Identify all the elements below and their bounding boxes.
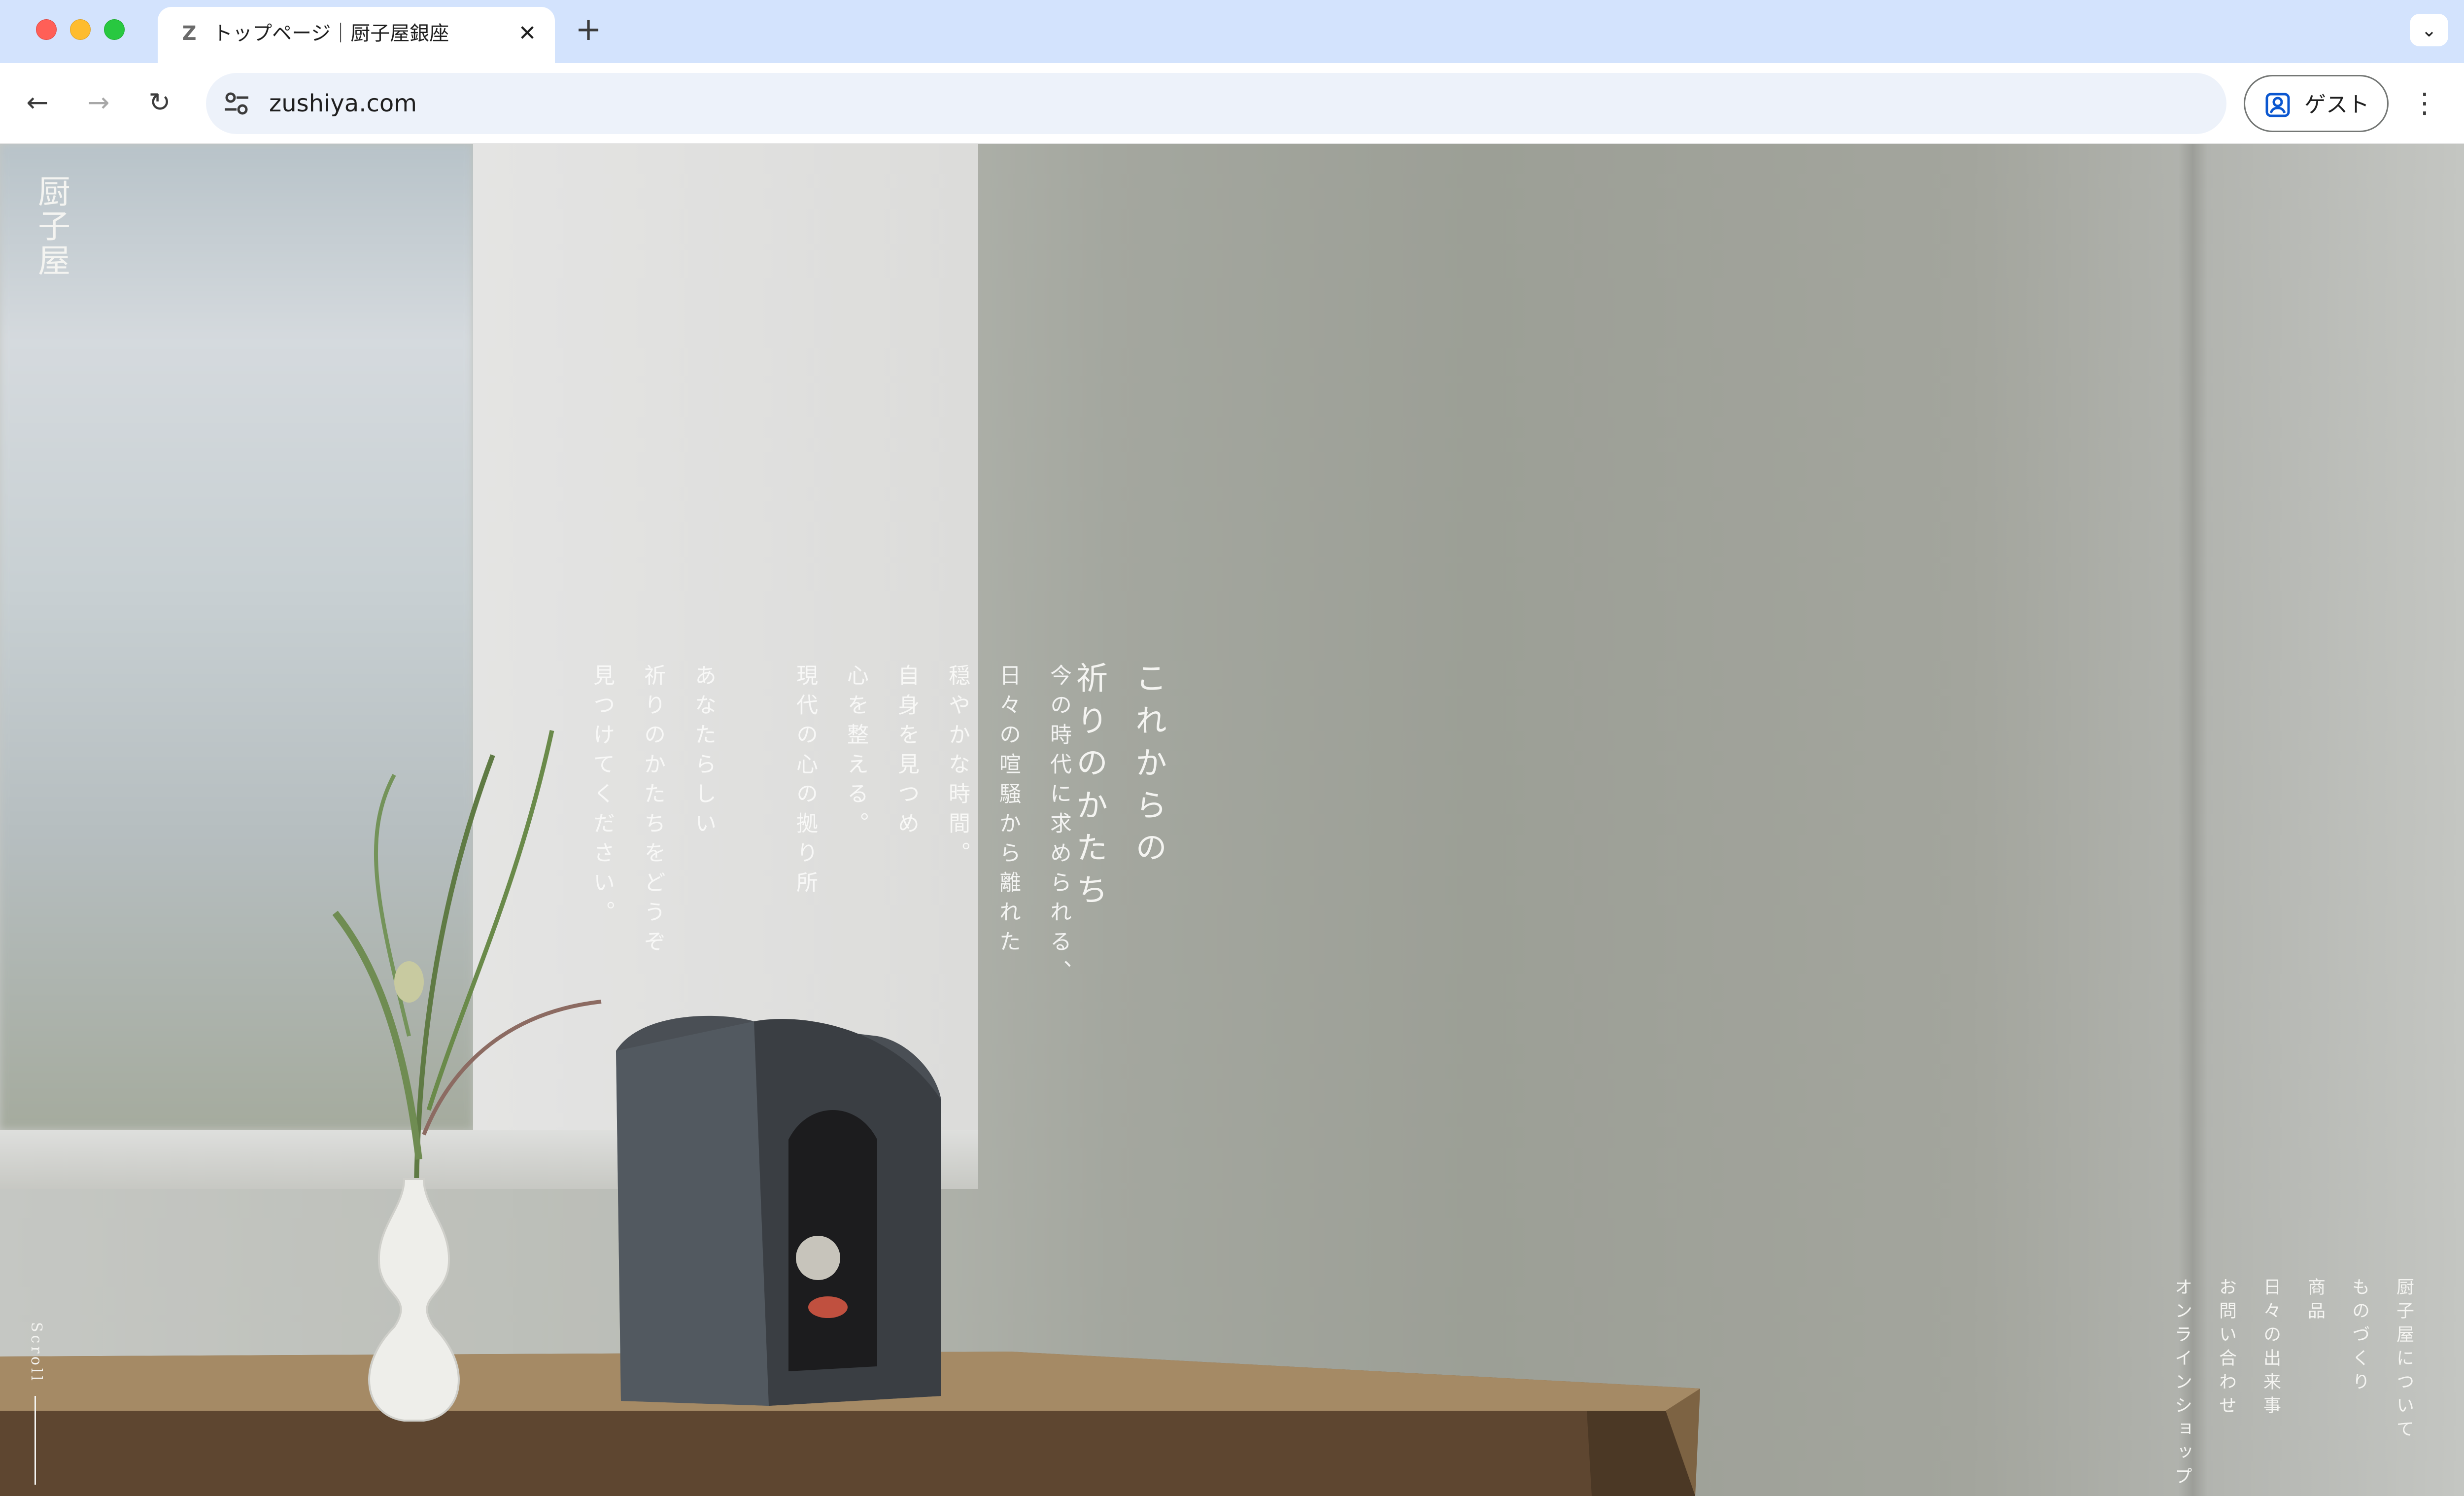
- nav-item-shop[interactable]: オンラインショップ: [2159, 1278, 2204, 1491]
- scroll-line: [34, 1396, 36, 1485]
- window-close-button[interactable]: [36, 19, 57, 40]
- hero-body-copy: 今の時代に求められる、 日々の喧騒から離れた 穏やかな時間。 自身を見つめ 心を…: [577, 664, 1084, 1019]
- body-line: 現代の心の拠り所: [792, 664, 818, 901]
- guest-label: ゲスト: [2304, 92, 2369, 117]
- close-icon[interactable]: ✕: [514, 21, 540, 46]
- body-line: 今の時代に求められる、: [1046, 664, 1071, 989]
- chevron-down-icon[interactable]: ⌄: [2410, 14, 2448, 46]
- global-nav: 厨子屋について ものづくり 商品 日々の出来事 お問い合わせ オンラインショップ: [2159, 1278, 2426, 1491]
- more-vert-icon[interactable]: ⋮: [2411, 83, 2438, 124]
- body-line: あなたらしい: [691, 664, 716, 841]
- tab-title: トップページ｜厨子屋銀座: [213, 22, 449, 45]
- body-line: 見つけてください。: [589, 664, 615, 930]
- white-vase: [368, 1178, 460, 1422]
- forward-arrow-icon[interactable]: →: [83, 87, 114, 118]
- address-bar[interactable]: zushiya.com: [206, 73, 2226, 134]
- tab-strip: Z トップページ｜厨子屋銀座 ✕ + ⌄: [0, 0, 2464, 63]
- nav-item-about[interactable]: 厨子屋について: [2381, 1278, 2426, 1485]
- site-logo[interactable]: 厨子屋: [33, 174, 70, 278]
- nav-item-contact[interactable]: お問い合わせ: [2204, 1278, 2248, 1485]
- scroll-indicator[interactable]: Scroll: [26, 1322, 50, 1485]
- body-line: 心を整える。: [843, 664, 868, 841]
- browser-toolbar: ← → ↻ zushiya.com ゲスト ⋮: [0, 63, 2464, 144]
- scroll-label: Scroll: [28, 1322, 45, 1384]
- window-minimize-button[interactable]: [70, 19, 91, 40]
- url-text[interactable]: zushiya.com: [269, 90, 417, 117]
- body-line: 日々の喧騒から離れた: [995, 664, 1021, 960]
- body-line: 穏やかな時間。: [945, 664, 970, 871]
- body-line: 祈りのかたちをどうぞ: [640, 664, 665, 960]
- plus-icon[interactable]: +: [573, 14, 604, 46]
- hero-section: 厨子屋 これからの 祈りのかたち 今の時代に求められる、 日々の喧騒から離れた …: [0, 144, 2464, 1496]
- zushi-shrine: [616, 1015, 941, 1406]
- active-tab[interactable]: Z トップページ｜厨子屋銀座 ✕: [158, 7, 555, 63]
- headline-line: これからの: [1130, 661, 1166, 873]
- back-arrow-icon[interactable]: ←: [22, 87, 53, 118]
- nav-item-news[interactable]: 日々の出来事: [2248, 1278, 2293, 1485]
- tune-icon[interactable]: [221, 88, 252, 119]
- site-favicon-icon: Z: [182, 22, 197, 45]
- nav-item-products[interactable]: 商品: [2293, 1278, 2337, 1485]
- profile-button[interactable]: ゲスト: [2244, 75, 2389, 132]
- person-icon: [2265, 93, 2290, 117]
- window-maximize-button[interactable]: [104, 19, 125, 40]
- nav-item-craft[interactable]: ものづくり: [2337, 1278, 2381, 1485]
- body-line: 自身を見つめ: [894, 664, 919, 841]
- reload-icon[interactable]: ↻: [144, 87, 175, 118]
